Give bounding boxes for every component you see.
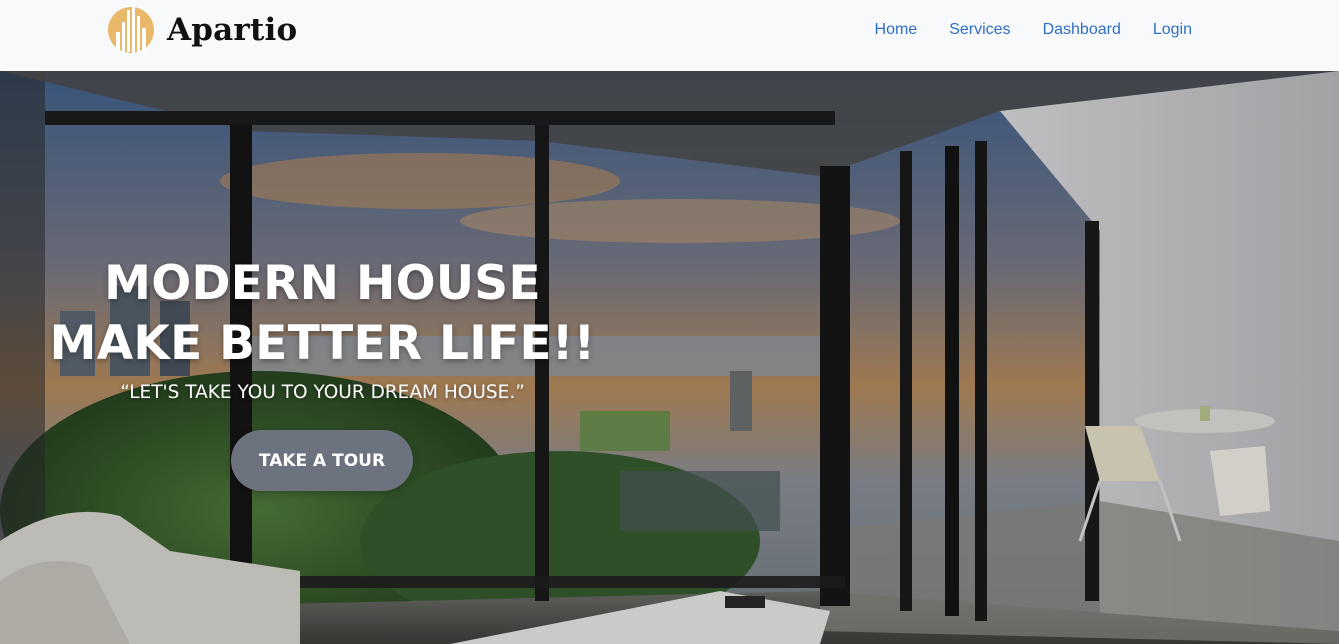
nav-login[interactable]: Login bbox=[1153, 21, 1192, 39]
navbar: Apartio Home Services Dashboard Login bbox=[0, 0, 1339, 71]
hero-subtitle: “LET'S TAKE YOU TO YOUR DREAM HOUSE.” bbox=[120, 382, 525, 403]
brand[interactable]: Apartio bbox=[107, 2, 297, 58]
brand-name: Apartio bbox=[167, 12, 298, 48]
hero-section: MODERN HOUSE MAKE BETTER LIFE!! “LET'S T… bbox=[0, 71, 1339, 644]
take-a-tour-button[interactable]: TAKE A TOUR bbox=[231, 430, 413, 491]
nav-dashboard[interactable]: Dashboard bbox=[1043, 21, 1121, 39]
hero-title: MODERN HOUSE MAKE BETTER LIFE!! bbox=[49, 256, 596, 371]
main-nav: Home Services Dashboard Login bbox=[875, 21, 1192, 39]
building-logo-icon bbox=[108, 5, 154, 55]
nav-home[interactable]: Home bbox=[875, 21, 918, 39]
nav-services[interactable]: Services bbox=[949, 21, 1010, 39]
